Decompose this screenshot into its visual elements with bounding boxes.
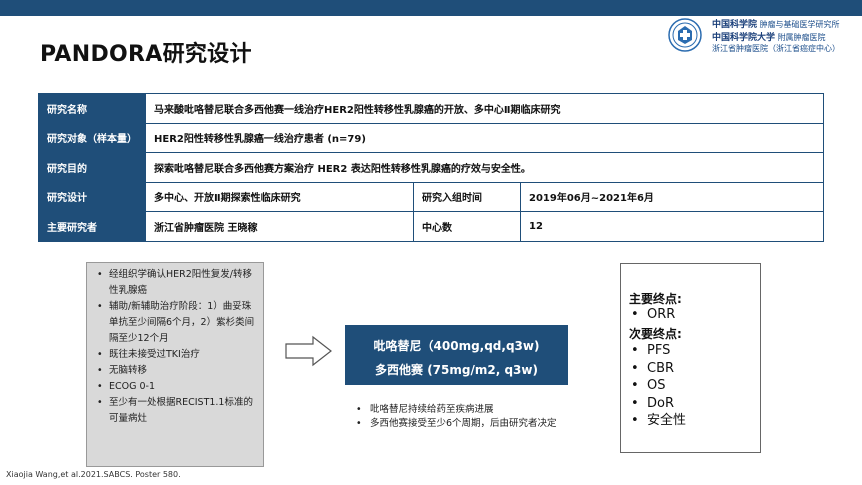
inclusion-criteria-list: 经组织学确认HER2阳性复发/转移性乳腺癌 辅助/新辅助治疗阶段：1）曲妥珠单抗…	[87, 263, 263, 427]
table-row: 研究设计 多中心、开放Ⅱ期探索性临床研究 研究入组时间 2019年06月~202…	[38, 181, 824, 212]
secondary-endpoint-list: PFS CBR OS DoR 安全性	[629, 342, 686, 430]
table-row: 研究名称 马来酸吡咯替尼联合多西他赛一线治疗HER2阳性转移性乳腺癌的开放、多中…	[38, 93, 824, 124]
list-item: 既往未接受过TKI治疗	[97, 347, 257, 363]
list-item: 至少有一处根据RECIST1.1标准的可量病灶	[97, 395, 257, 427]
endpoints-box: 主要终点: ORR 次要终点: PFS CBR OS DoR 安全性	[620, 263, 761, 453]
list-item: 安全性	[631, 412, 686, 430]
row-label: 主要研究者	[38, 211, 146, 242]
list-item: PFS	[631, 342, 686, 360]
list-item: CBR	[631, 360, 686, 378]
treatment-notes: 吡咯替尼持续给药至疾病进展 多西他赛接受至少6个周期，后由研究者决定	[352, 403, 557, 431]
list-item: 多西他赛接受至少6个周期，后由研究者决定	[356, 417, 557, 431]
list-item: 吡咯替尼持续给药至疾病进展	[356, 403, 557, 417]
list-item: 无脑转移	[97, 363, 257, 379]
list-item: 经组织学确认HER2阳性复发/转移性乳腺癌	[97, 267, 257, 299]
treatment-regimen-box: 吡咯替尼（400mg,qd,q3w) 多西他赛 (75mg/m2, q3w)	[345, 325, 568, 385]
logo-line-1: 中国科学院 肿瘤与基础医学研究所	[712, 17, 840, 30]
pyrotinib-dose: 吡咯替尼（400mg,qd,q3w)	[373, 339, 540, 353]
row-value: 马来酸吡咯替尼联合多西他赛一线治疗HER2阳性转移性乳腺癌的开放、多中心Ⅱ期临床…	[145, 93, 824, 124]
logo-line-3: 浙江省肿瘤医院（浙江省癌症中心）	[712, 44, 840, 53]
primary-endpoint-heading: 主要终点:	[629, 292, 682, 306]
logo-cas-name: 中国科学院	[712, 20, 758, 30]
list-item: ORR	[631, 306, 675, 324]
right-arrow-icon	[285, 335, 332, 367]
inclusion-criteria-box: 经组织学确认HER2阳性复发/转移性乳腺癌 辅助/新辅助治疗阶段：1）曲妥珠单抗…	[86, 262, 264, 467]
row-value: HER2阳性转移性乳腺癌一线治疗患者 (n=79)	[145, 122, 824, 153]
table-row: 研究对象（样本量） HER2阳性转移性乳腺癌一线治疗患者 (n=79)	[38, 122, 824, 153]
table-row: 研究目的 探索吡咯替尼联合多西他赛方案治疗 HER2 表达阳性转移性乳腺癌的疗效…	[38, 152, 824, 183]
row-label: 研究名称	[38, 93, 146, 124]
docetaxel-dose: 多西他赛 (75mg/m2, q3w)	[375, 363, 538, 377]
row-label: 研究对象（样本量）	[38, 122, 146, 153]
logo-ucas-name: 中国科学院大学	[712, 33, 776, 43]
citation-footnote: Xiaojia Wang,et al.2021.SABCS. Poster 58…	[6, 470, 181, 479]
secondary-endpoint-heading: 次要终点:	[629, 327, 682, 341]
list-item: DoR	[631, 395, 686, 413]
row-value: 探索吡咯替尼联合多西他赛方案治疗 HER2 表达阳性转移性乳腺癌的疗效与安全性。	[145, 152, 824, 183]
row-label-secondary: 研究入组时间	[413, 181, 521, 212]
list-item: ECOG 0-1	[97, 379, 257, 395]
table-row: 主要研究者 浙江省肿瘤医院 王晓稼 中心数 12	[38, 211, 824, 242]
row-value-secondary: 12	[520, 211, 824, 242]
logo-hospital-name: 附属肿瘤医院	[777, 33, 826, 42]
row-value: 多中心、开放Ⅱ期探索性临床研究	[145, 181, 414, 212]
row-value: 浙江省肿瘤医院 王晓稼	[145, 211, 414, 242]
list-item: 辅助/新辅助治疗阶段：1）曲妥珠单抗至少间隔6个月，2）紫杉类间隔至少12个月	[97, 299, 257, 347]
hospital-logo: 中国科学院 肿瘤与基础医学研究所 中国科学院大学 附属肿瘤医院 浙江省肿瘤医院（…	[668, 14, 858, 58]
list-item: OS	[631, 377, 686, 395]
hospital-seal-icon	[668, 18, 702, 52]
row-label: 研究目的	[38, 152, 146, 183]
study-info-table: 研究名称 马来酸吡咯替尼联合多西他赛一线治疗HER2阳性转移性乳腺癌的开放、多中…	[38, 93, 824, 242]
row-label-secondary: 中心数	[413, 211, 521, 242]
row-value-secondary: 2019年06月~2021年6月	[520, 181, 824, 212]
logo-institute-name: 肿瘤与基础医学研究所	[759, 20, 840, 29]
logo-line-2: 中国科学院大学 附属肿瘤医院	[712, 30, 826, 43]
page-title: PANDORA研究设计	[40, 42, 252, 67]
primary-endpoint-list: ORR	[629, 306, 675, 324]
row-label: 研究设计	[38, 181, 146, 212]
